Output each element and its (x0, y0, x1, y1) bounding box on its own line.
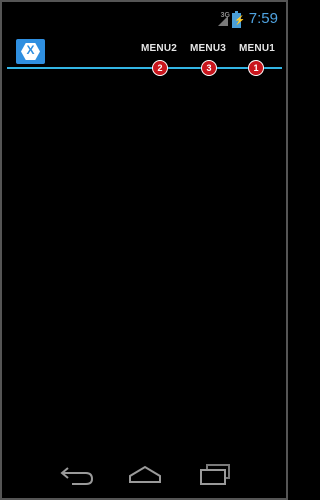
action-bar: X MENU2 MENU3 MENU1 (2, 32, 286, 68)
navigation-bar (2, 450, 286, 498)
menu1-badge: 1 (248, 60, 264, 76)
back-icon[interactable] (58, 462, 98, 486)
signal-icon (218, 16, 228, 26)
menu2-item[interactable]: MENU2 (141, 43, 177, 54)
recent-apps-icon[interactable] (195, 462, 235, 486)
xamarin-logo-icon[interactable]: X (16, 39, 45, 64)
device-screen: 3G ⚡ 7:59 X MENU2 MENU3 MENU1 2 3 1 (0, 0, 288, 500)
action-bar-divider (7, 67, 282, 69)
menu3-item[interactable]: MENU3 (190, 43, 226, 54)
logo-letter: X (26, 43, 35, 57)
status-bar: 3G ⚡ 7:59 (2, 2, 286, 32)
home-icon[interactable] (125, 462, 165, 486)
menu2-badge: 2 (152, 60, 168, 76)
menu1-item[interactable]: MENU1 (239, 43, 275, 54)
battery-charging-icon: ⚡ (232, 11, 245, 28)
menu3-badge: 3 (201, 60, 217, 76)
status-time: 7:59 (248, 10, 278, 27)
